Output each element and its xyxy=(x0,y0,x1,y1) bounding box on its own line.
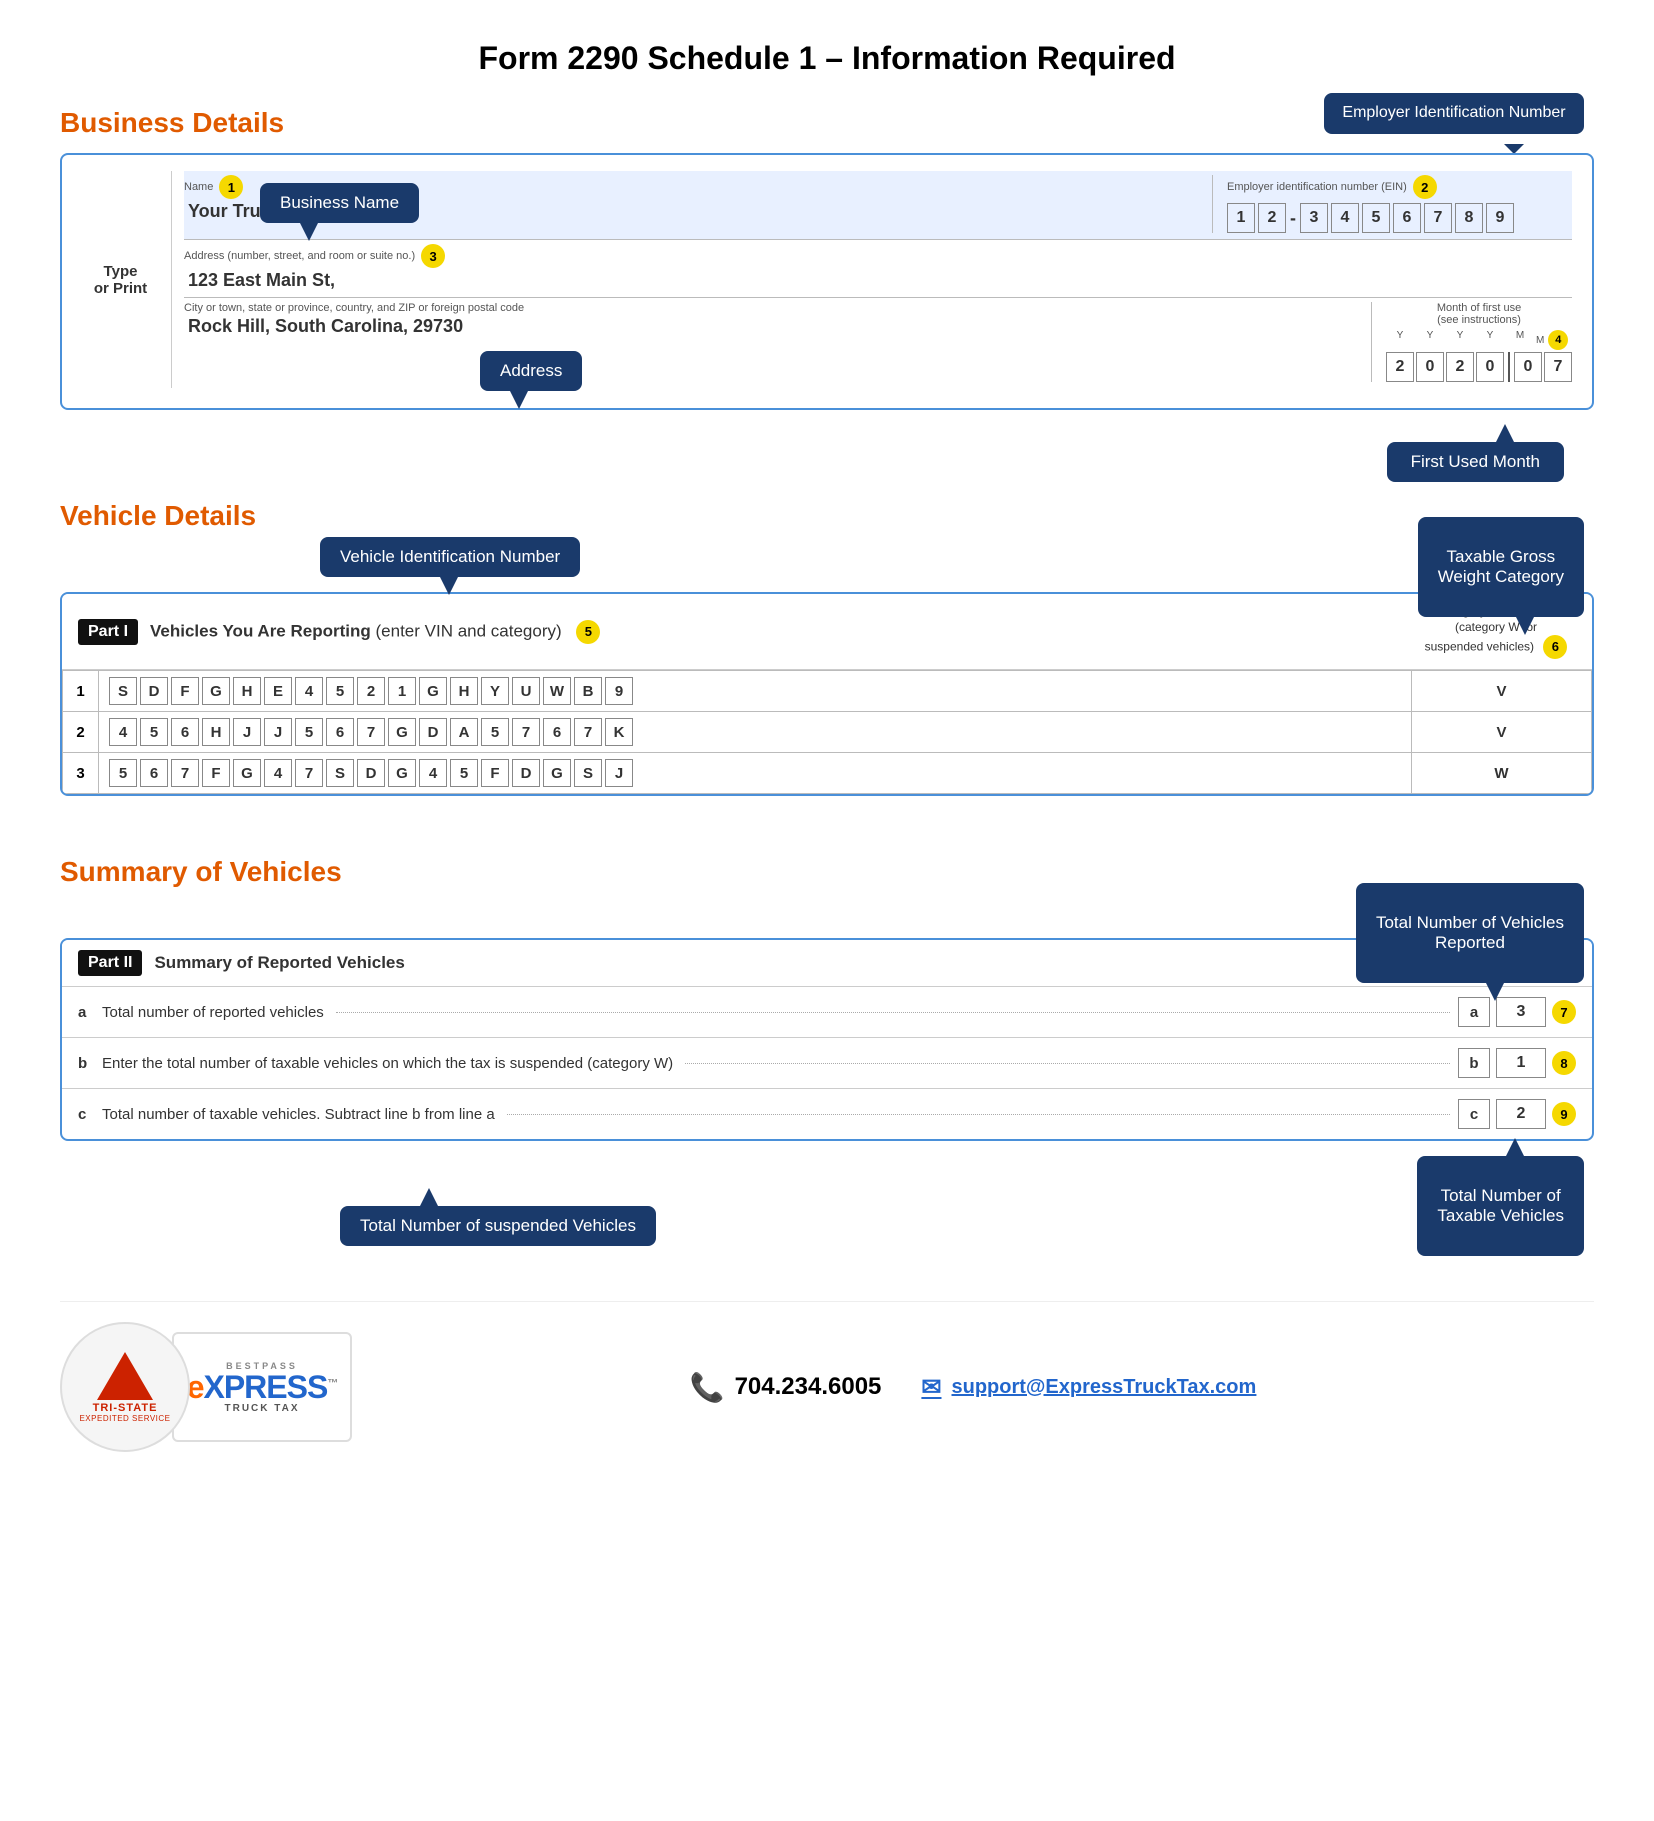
city-value: Rock Hill, South Carolina, 29730 xyxy=(184,316,1357,337)
vehicle-section: Vehicle Details Vehicle Identification N… xyxy=(60,500,1594,796)
row-c-letter-box: c xyxy=(1458,1099,1490,1129)
page-title: Form 2290 Schedule 1 – Information Requi… xyxy=(60,30,1594,77)
vin-chars-3: 5 6 7 F G 4 7 S D G 4 5 xyxy=(99,753,1412,794)
row-c-circle-num: 9 xyxy=(1552,1102,1576,1126)
ein-digit-2: 2 xyxy=(1258,203,1286,233)
vin-callout: Vehicle Identification Number xyxy=(320,537,580,577)
reported-callout: Total Number of Vehicles Reported xyxy=(1356,883,1584,983)
ein-digit-4: 4 xyxy=(1331,203,1359,233)
taxable-callout: Total Number of Taxable Vehicles xyxy=(1417,1156,1584,1256)
row-b-circle-num: 8 xyxy=(1552,1051,1576,1075)
vin-chars-1: S D F G H E 4 5 2 1 G H xyxy=(99,671,1412,712)
tristate-logo: TRI-STATE EXPEDITED SERVICE xyxy=(60,1322,190,1452)
ein-digit-8: 8 xyxy=(1455,203,1483,233)
month-digit-2: 0 xyxy=(1416,352,1444,382)
ein-digit-5: 5 xyxy=(1362,203,1390,233)
summary-row-c: c Total number of taxable vehicles. Subt… xyxy=(62,1089,1592,1139)
business-section: Business Details Employer Identification… xyxy=(60,107,1594,410)
footer: TRI-STATE EXPEDITED SERVICE BESTPASS eXP… xyxy=(60,1301,1594,1452)
vehicle-section-title: Vehicle Details xyxy=(60,500,1594,532)
part-ii-label: Part II xyxy=(78,950,142,976)
business-name-callout: Business Name xyxy=(260,183,419,223)
table-row: 2 4 5 6 H J J 5 6 7 xyxy=(63,712,1592,753)
phone-number: 704.234.6005 xyxy=(735,1373,882,1401)
address-row: Address (number, street, and room or sui… xyxy=(184,240,1572,298)
part-ii-title: Summary of Reported Vehicles xyxy=(154,953,404,973)
name-circle-num: 1 xyxy=(219,175,243,199)
contact-email[interactable]: ✉ support@ExpressTruckTax.com xyxy=(921,1373,1256,1402)
express-main: eXPRESS™ xyxy=(187,1371,338,1403)
ein-callout: Employer Identification Number xyxy=(1324,93,1584,134)
part-i-circle-num: 5 xyxy=(576,620,600,644)
first-used-month-callout: First Used Month xyxy=(1387,442,1564,482)
row-a-letter-box: a xyxy=(1458,997,1490,1027)
summary-row-b: b Enter the total number of taxable vehi… xyxy=(62,1038,1592,1089)
address-circle-num: 3 xyxy=(421,244,445,268)
express-truck-tax: TRUCK TAX xyxy=(224,1403,299,1414)
ein-digit-7: 7 xyxy=(1424,203,1452,233)
express-logo: BESTPASS eXPRESS™ TRUCK TAX xyxy=(172,1332,352,1442)
vin-table: 1 S D F G H E 4 5 2 xyxy=(62,670,1592,794)
summary-section: Summary of Vehicles Total Number of Vehi… xyxy=(60,856,1594,1141)
suspended-callout: Total Number of suspended Vehicles xyxy=(340,1206,656,1246)
summary-row-c-right: c 2 9 xyxy=(1456,1099,1576,1129)
summary-row-a: a Total number of reported vehicles a 3 … xyxy=(62,987,1592,1038)
month-digit-1: 2 xyxy=(1386,352,1414,382)
vehicle-form-box: Part I Vehicles You Are Reporting (enter… xyxy=(60,592,1594,796)
month-digit-3: 2 xyxy=(1446,352,1474,382)
month-digit-6: 7 xyxy=(1544,352,1572,382)
part-i-title: Vehicles You Are Reporting (enter VIN an… xyxy=(150,620,600,644)
summary-row-a-right: a 3 7 xyxy=(1456,997,1576,1027)
table-row: 1 S D F G H E 4 5 2 xyxy=(63,671,1592,712)
address-callout: Address xyxy=(480,351,582,391)
part-i-header: Part I Vehicles You Are Reporting (enter… xyxy=(62,594,1592,670)
row-a-value-box: 3 xyxy=(1496,997,1546,1027)
month-boxes: 2 0 2 0 0 7 xyxy=(1386,352,1572,382)
summary-row-b-right: b 1 8 xyxy=(1456,1048,1576,1078)
row-a-circle-num: 7 xyxy=(1552,1000,1576,1024)
part-i-label: Part I xyxy=(78,619,138,645)
category-circle-num: 6 xyxy=(1543,635,1567,659)
month-digit-5: 0 xyxy=(1514,352,1542,382)
tgw-callout: Taxable Gross Weight Category xyxy=(1418,517,1584,617)
vin-row-num-1: 1 xyxy=(63,671,99,712)
logo-container: TRI-STATE EXPEDITED SERVICE BESTPASS eXP… xyxy=(60,1322,352,1452)
tristate-sub: EXPEDITED SERVICE xyxy=(79,1414,170,1423)
row-b-value-box: 1 xyxy=(1496,1048,1546,1078)
month-digit-4: 0 xyxy=(1476,352,1504,382)
footer-contact: 📞 704.234.6005 ✉ support@ExpressTruckTax… xyxy=(352,1371,1594,1404)
vin-category-2: V xyxy=(1412,712,1592,753)
phone-icon: 📞 xyxy=(690,1371,725,1404)
ein-digit-6: 6 xyxy=(1393,203,1421,233)
vin-row-num-2: 2 xyxy=(63,712,99,753)
ein-digit-1: 1 xyxy=(1227,203,1255,233)
vin-category-3: W xyxy=(1412,753,1592,794)
address-value: 123 East Main St, xyxy=(184,270,1572,291)
ein-digit-9: 9 xyxy=(1486,203,1514,233)
tristate-name: TRI-STATE xyxy=(93,1402,158,1414)
email-icon: ✉ xyxy=(921,1373,941,1402)
city-row: City or town, state or province, country… xyxy=(184,298,1572,388)
row-b-letter-box: b xyxy=(1458,1048,1490,1078)
table-row: 3 5 6 7 F G 4 7 S D xyxy=(63,753,1592,794)
contact-phone: 📞 704.234.6005 xyxy=(690,1371,882,1404)
ein-circle-num: 2 xyxy=(1413,175,1437,199)
row-c-value-box: 2 xyxy=(1496,1099,1546,1129)
vin-category-1: V xyxy=(1412,671,1592,712)
month-circle-num: 4 xyxy=(1548,330,1568,350)
vin-row-num-3: 3 xyxy=(63,753,99,794)
ein-digit-3: 3 xyxy=(1300,203,1328,233)
ein-boxes: 1 2 - 3 4 5 6 7 8 9 xyxy=(1227,203,1572,233)
email-address: support@ExpressTruckTax.com xyxy=(952,1376,1257,1399)
vin-chars-2: 4 5 6 H J J 5 6 7 G D A xyxy=(99,712,1412,753)
type-or-print-label: Type or Print xyxy=(82,171,172,388)
